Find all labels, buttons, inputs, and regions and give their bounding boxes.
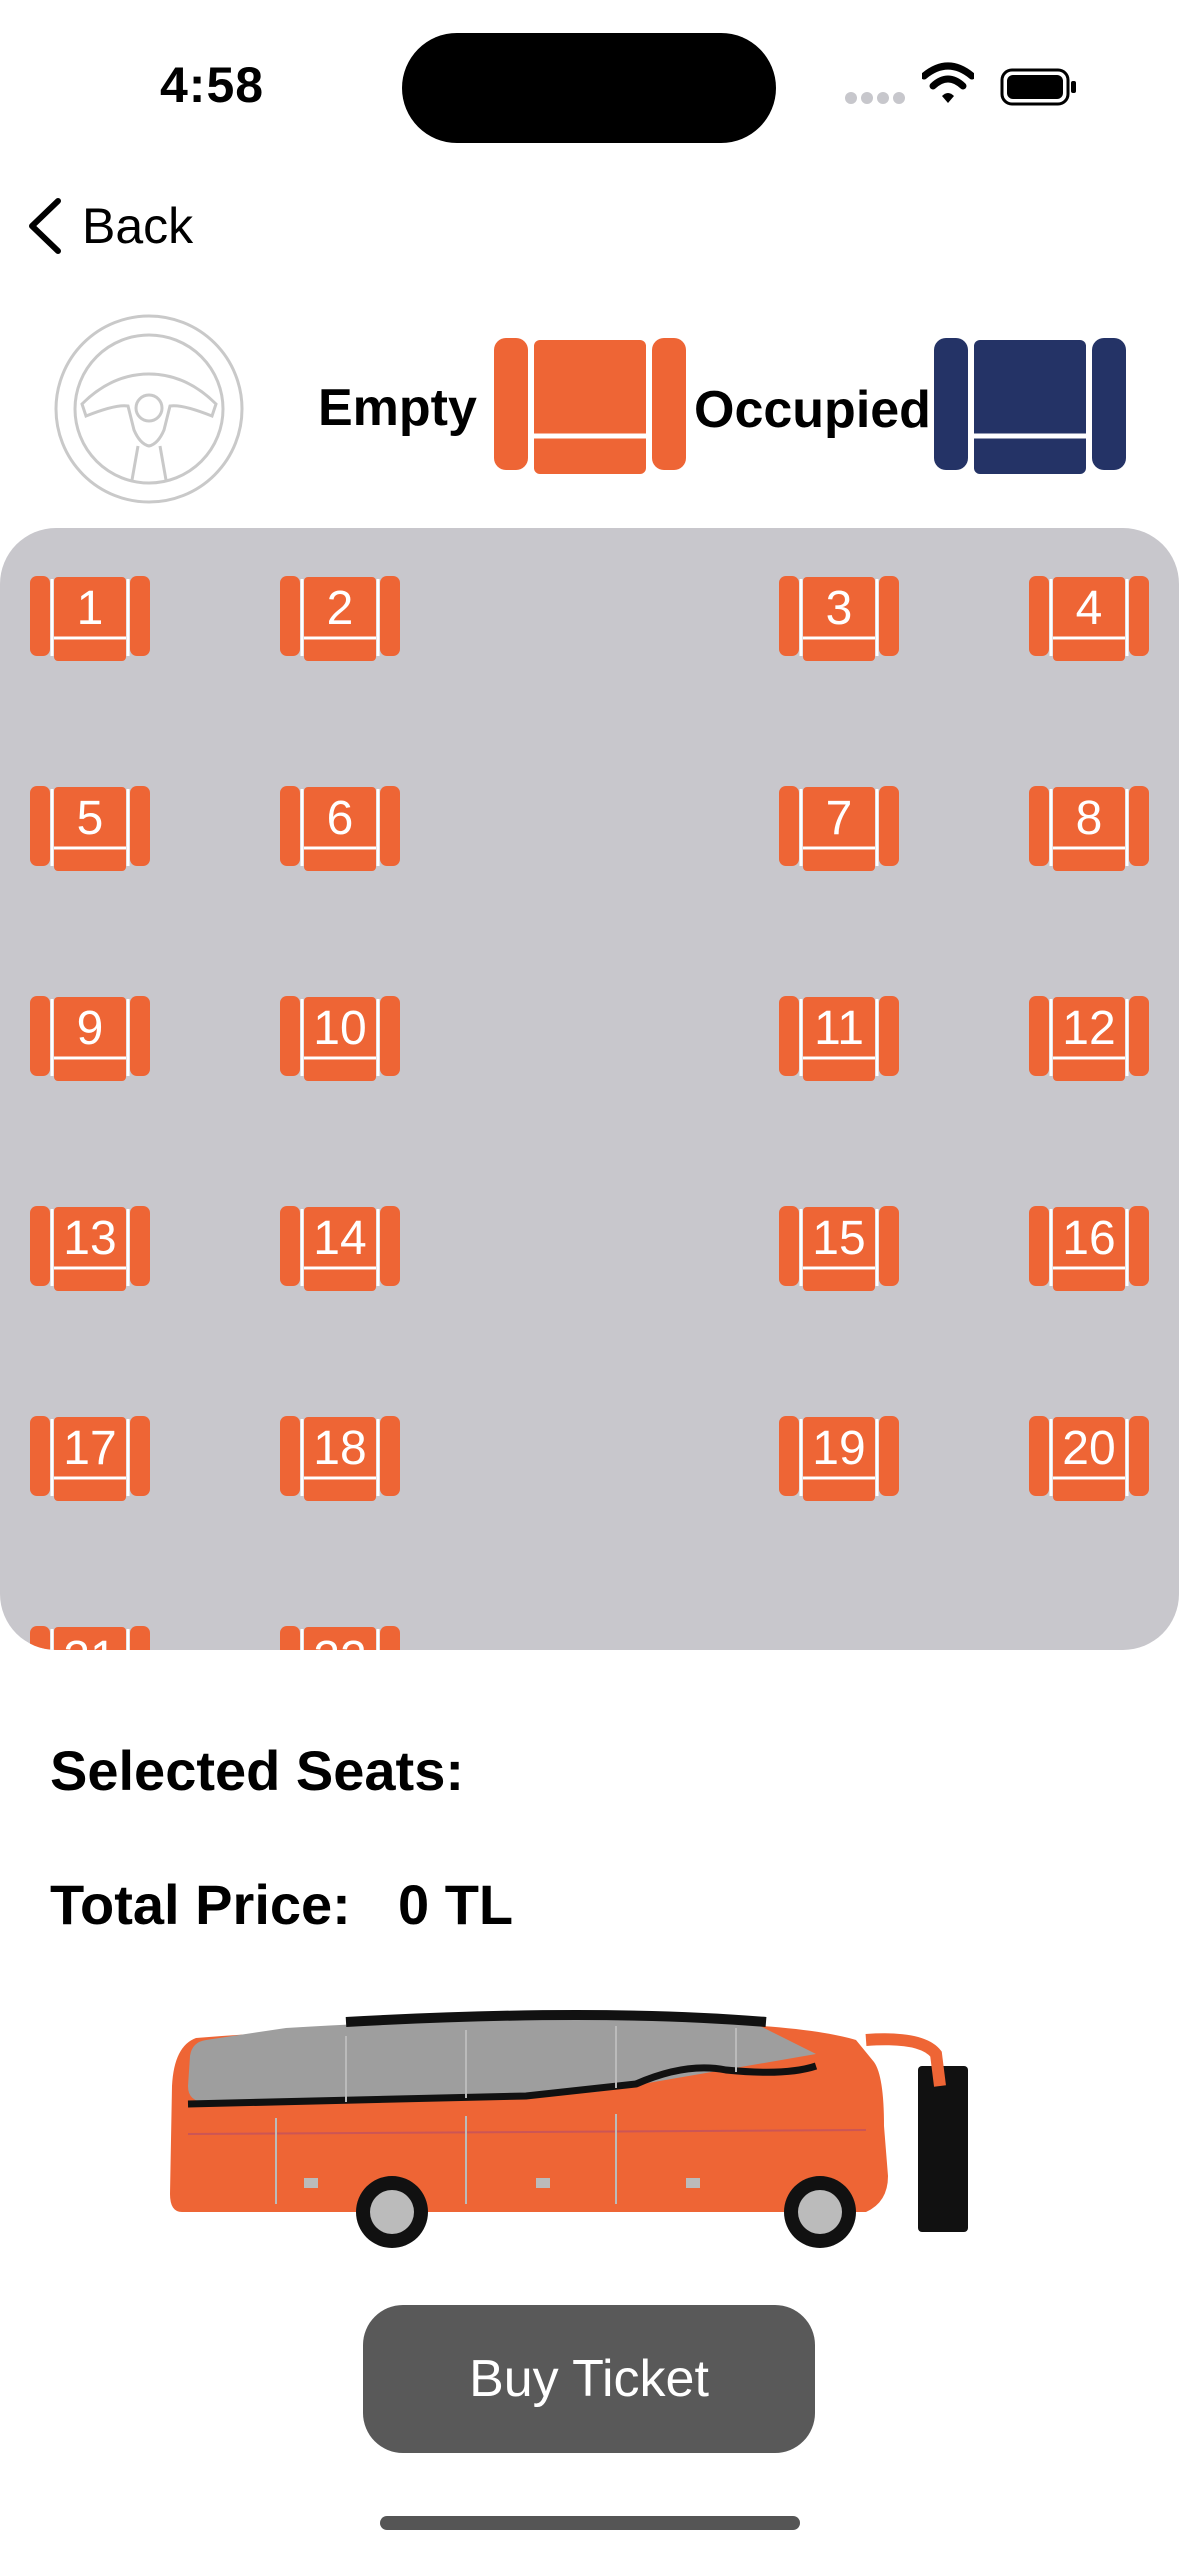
- seat-5[interactable]: 5: [30, 786, 150, 872]
- status-time: 4:58: [160, 57, 265, 113]
- seat-number: 4: [1075, 582, 1103, 635]
- seat-10[interactable]: 10: [280, 996, 400, 1082]
- seat-16[interactable]: 16: [1029, 1206, 1149, 1292]
- seat-number: 9: [76, 1002, 104, 1055]
- seat-9[interactable]: 9: [30, 996, 150, 1082]
- seat-number: 21: [30, 1632, 150, 1650]
- legend-occupied-label: Occupied: [694, 381, 931, 439]
- seat-13[interactable]: 13: [30, 1206, 150, 1292]
- home-indicator: [380, 2516, 800, 2530]
- total-price-label: Total Price:: [50, 1873, 351, 1936]
- seat-number: 18: [313, 1422, 367, 1475]
- seat-number: 6: [326, 792, 354, 845]
- seat-1[interactable]: 1: [30, 576, 150, 662]
- seat-number: 2: [326, 582, 354, 635]
- seat-19[interactable]: 19: [779, 1416, 899, 1502]
- seat-14[interactable]: 14: [280, 1206, 400, 1292]
- seat-20[interactable]: 20: [1029, 1416, 1149, 1502]
- occupied-seat-icon: [934, 338, 1126, 474]
- seat-6[interactable]: 6: [280, 786, 400, 872]
- seat-number: 12: [1062, 1002, 1116, 1055]
- back-label: Back: [82, 198, 194, 254]
- seat-11[interactable]: 11: [779, 996, 899, 1082]
- chevron-left-icon: [29, 198, 61, 254]
- seat-map[interactable]: 12345678910111213141516171819202122: [0, 528, 1179, 1650]
- seat-number: 19: [812, 1422, 866, 1475]
- seat-number: 3: [825, 582, 853, 635]
- seat-2[interactable]: 2: [280, 576, 400, 662]
- empty-seat-icon: [494, 338, 686, 474]
- seat-17[interactable]: 17: [30, 1416, 150, 1502]
- total-price-value: 0 TL: [398, 1873, 514, 1936]
- seat-number: 11: [814, 1002, 864, 1055]
- battery-icon: [1000, 68, 1076, 106]
- seat-4[interactable]: 4: [1029, 576, 1149, 662]
- seat-number: 14: [313, 1212, 367, 1265]
- seat-7[interactable]: 7: [779, 786, 899, 872]
- wifi-icon: [922, 62, 974, 103]
- seat-3[interactable]: 3: [779, 576, 899, 662]
- seat-15[interactable]: 15: [779, 1206, 899, 1292]
- legend-empty-label: Empty: [318, 379, 477, 437]
- seat-number: 22: [280, 1632, 400, 1650]
- steering-wheel-icon: [54, 314, 244, 504]
- seat-18[interactable]: 18: [280, 1416, 400, 1502]
- seat-number: 7: [825, 792, 853, 845]
- seat-number: 15: [812, 1212, 866, 1265]
- seat-number: 5: [76, 792, 104, 845]
- cellular-signal-icon: [845, 92, 905, 106]
- bus-illustration: [170, 2010, 968, 2248]
- selected-seats-label: Selected Seats:: [50, 1739, 464, 1802]
- seat-number: 8: [1075, 792, 1103, 845]
- back-button[interactable]: Back: [26, 196, 193, 256]
- seat-number: 17: [63, 1422, 117, 1475]
- seat-number: 10: [313, 1002, 367, 1055]
- seat-number: 1: [76, 582, 104, 635]
- dynamic-island: [402, 33, 776, 143]
- seat-22[interactable]: 22: [280, 1626, 400, 1650]
- seat-number: 13: [63, 1212, 117, 1265]
- buy-ticket-button[interactable]: Buy Ticket: [363, 2305, 815, 2453]
- seat-12[interactable]: 12: [1029, 996, 1149, 1082]
- seat-number: 20: [1062, 1422, 1116, 1475]
- seat-8[interactable]: 8: [1029, 786, 1149, 872]
- seat-21[interactable]: 21: [30, 1626, 150, 1650]
- seat-number: 16: [1062, 1212, 1116, 1265]
